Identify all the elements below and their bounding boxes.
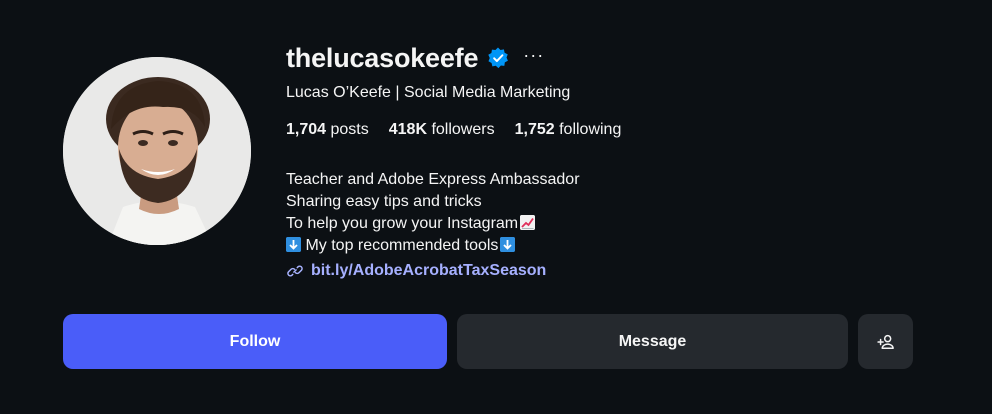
down-arrow-emoji-icon (286, 237, 301, 252)
profile-header: thelucasokeefe ··· Lucas O’Keefe | Socia… (0, 0, 992, 414)
follow-button[interactable]: Follow (63, 314, 447, 369)
full-name: Lucas O’Keefe | Social Media Marketing (286, 84, 571, 101)
bio-line: To help you grow your Instagram (286, 213, 580, 235)
followers-label: followers (431, 121, 495, 138)
username: thelucasokeefe (286, 42, 479, 73)
following-count: 1,752 (514, 121, 555, 138)
bio-line: Teacher and Adobe Express Ambassador (286, 171, 580, 188)
bio-line: My top recommended tools (286, 235, 580, 257)
followers-stat[interactable]: 418K followers (389, 121, 495, 139)
down-arrow-emoji-icon (500, 237, 516, 252)
bio-line-text: My top recommended tools (305, 237, 499, 254)
external-link[interactable]: bit.ly/AdobeAcrobatTaxSeason (286, 262, 546, 280)
posts-count: 1,704 (286, 121, 327, 138)
posts-stat: 1,704 posts (286, 121, 369, 139)
followers-count: 418K (388, 121, 427, 138)
link-text[interactable]: bit.ly/AdobeAcrobatTaxSeason (311, 262, 546, 280)
suggested-accounts-button[interactable] (858, 314, 913, 369)
profile-stats: 1,704 posts 418K followers 1,752 followi… (286, 121, 621, 139)
verified-badge-icon (487, 47, 509, 69)
bio-line: Sharing easy tips and tricks (286, 193, 482, 210)
link-icon (287, 265, 303, 277)
following-label: following (559, 121, 622, 138)
add-person-icon (876, 334, 894, 349)
posts-label: posts (330, 121, 369, 138)
username-row: thelucasokeefe ··· (286, 38, 544, 78)
chart-increasing-emoji-icon (520, 215, 536, 230)
bio: Teacher and Adobe Express Ambassador Sha… (286, 169, 580, 257)
following-stat[interactable]: 1,752 following (515, 121, 622, 139)
bio-line-text: To help you grow your Instagram (286, 215, 519, 232)
avatar[interactable] (63, 57, 251, 245)
more-options-button[interactable]: ··· (523, 46, 544, 64)
message-button[interactable]: Message (457, 314, 848, 369)
